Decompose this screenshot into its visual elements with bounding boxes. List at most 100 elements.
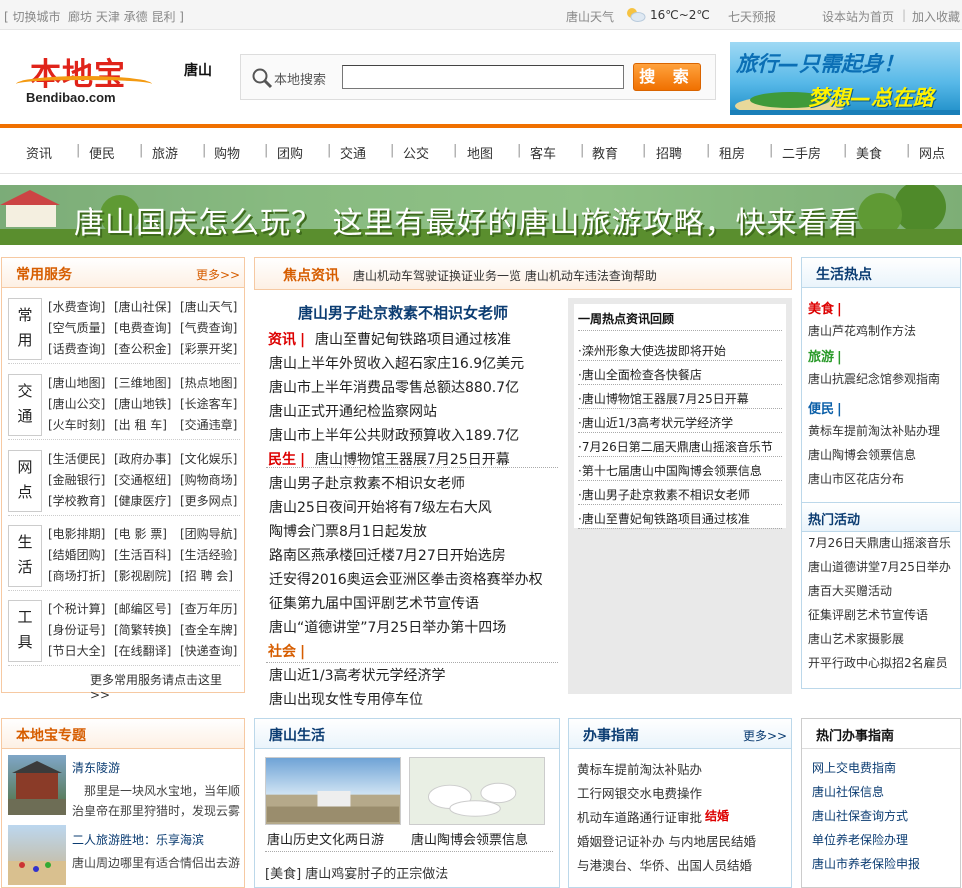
news-item[interactable]: 唐山市上半年消费品零售总额达880.7亿	[269, 377, 519, 397]
seven-day-forecast-link[interactable]: 七天预报	[728, 8, 776, 25]
nav-item[interactable]: 租房	[719, 143, 745, 162]
service-link[interactable]: [个税计算]	[48, 600, 105, 617]
guide-link[interactable]: 婚姻登记证补办 与内地居民结婚	[577, 831, 756, 850]
life-link[interactable]: 唐山市区花店分布	[808, 470, 904, 487]
event-link[interactable]: 7月26日天鼎唐山摇滚音乐	[808, 534, 951, 551]
services-footer-link[interactable]: 更多常用服务请点击这里 >>	[90, 671, 244, 702]
promo-banner[interactable]: 唐山国庆怎么玩？ 这里有最好的唐山旅游攻略，快来看看	[0, 185, 962, 245]
news-item[interactable]: 陶博会门票8月1日起发放	[269, 521, 427, 541]
guide-link[interactable]: 黄标车提前淘汰补贴办	[577, 759, 702, 778]
service-link[interactable]: [更多网点]	[180, 492, 237, 509]
service-link[interactable]: [在线翻译]	[114, 642, 171, 659]
service-link[interactable]: [生活经验]	[180, 546, 237, 563]
nav-item[interactable]: 二手房	[782, 143, 821, 162]
service-link[interactable]: [唐山地铁]	[114, 395, 171, 412]
service-link[interactable]: [交通枢纽]	[114, 471, 171, 488]
news-item[interactable]: 唐山近1/3高考状元学经济学	[269, 665, 446, 685]
travel-ad[interactable]: 旅行—只需起身！ 梦想—总在路上！	[730, 42, 960, 115]
news-item[interactable]: 路南区燕承楼回迁楼7月27日开始选房	[269, 545, 506, 565]
life-link[interactable]: 唐山芦花鸡制作方法	[808, 322, 916, 339]
photo-caption-1[interactable]: 唐山历史文化两日游	[267, 829, 384, 848]
topic-image-2[interactable]	[8, 825, 66, 885]
service-link[interactable]: [团购导航]	[180, 525, 237, 542]
weekly-hot-item[interactable]: ·唐山至曹妃甸铁路项目通过核准	[578, 510, 750, 527]
nearby-cities-links[interactable]: 廊坊 天津 承德 昆利 ]	[68, 8, 184, 25]
weekly-hot-item[interactable]: ·唐山全面检查各快餐店	[578, 366, 702, 383]
service-link[interactable]: [气费查询]	[180, 319, 237, 336]
service-link[interactable]: [交通违章]	[180, 416, 237, 433]
category-label[interactable]: 民生	[268, 452, 296, 468]
topic-image-1[interactable]	[8, 755, 66, 815]
service-link[interactable]: [水费查询]	[48, 298, 105, 315]
photo-caption-2[interactable]: 唐山陶博会领票信息	[411, 829, 528, 848]
news-item[interactable]: 唐山出现女性专用停车位	[269, 689, 423, 709]
weekly-hot-item[interactable]: ·第十七届唐山中国陶博会领票信息	[578, 462, 762, 479]
nav-item[interactable]: 网点	[919, 143, 945, 162]
life-link[interactable]: 唐山抗震纪念馆参观指南	[808, 370, 940, 387]
service-link[interactable]: [长途客车]	[180, 395, 237, 412]
service-link[interactable]: [火车时刻]	[48, 416, 105, 433]
news-item[interactable]: 唐山“道德讲堂”7月25日举办第十四场	[269, 617, 506, 637]
news-item[interactable]: 唐山博物馆王器展7月25日开幕	[315, 449, 510, 469]
event-link[interactable]: 唐山艺术家摄影展	[808, 630, 904, 647]
service-link[interactable]: [邮编区号]	[114, 600, 171, 617]
category-label[interactable]: 资讯	[268, 332, 296, 348]
service-link[interactable]: [招 聘 会]	[180, 567, 233, 584]
focus-headline[interactable]: 唐山男子赴京救素不相识女老师	[298, 302, 508, 323]
current-city[interactable]: 唐山	[184, 60, 212, 80]
event-link[interactable]: 唐百大买赠活动	[808, 582, 892, 599]
guide-link[interactable]: 机动车道路通行证审批	[577, 807, 702, 826]
service-link[interactable]: [金融银行]	[48, 471, 105, 488]
topic-title-1[interactable]: 清东陵游	[72, 759, 120, 776]
weekly-hot-item[interactable]: ·唐山博物馆王器展7月25日开幕	[578, 390, 749, 407]
life-food-link[interactable]: [美食] 唐山鸡宴肘子的正宗做法	[265, 863, 448, 882]
event-link[interactable]: 开平行政中心拟招2名雇员	[808, 654, 948, 671]
nav-item[interactable]: 招聘	[656, 143, 682, 162]
service-link[interactable]: [快递查询]	[180, 642, 237, 659]
nav-item[interactable]: 地图	[467, 143, 493, 162]
service-link[interactable]: [简繁转换]	[114, 621, 171, 638]
service-link[interactable]: [唐山天气]	[180, 298, 237, 315]
weather-label[interactable]: 唐山天气	[566, 8, 614, 25]
service-link[interactable]: [政府办事]	[114, 450, 171, 467]
nav-item[interactable]: 旅游	[152, 143, 178, 162]
nav-item[interactable]: 交通	[340, 143, 366, 162]
weekly-hot-item[interactable]: ·7月26日第二届天鼎唐山摇滚音乐节	[578, 438, 773, 455]
service-link[interactable]: [电费查询]	[114, 319, 171, 336]
add-favorite-link[interactable]: 加入收藏	[912, 8, 960, 25]
service-link[interactable]: [话费查询]	[48, 340, 105, 357]
weekly-hot-item[interactable]: ·唐山男子赴京救素不相识女老师	[578, 486, 750, 503]
category-label[interactable]: 社会	[268, 644, 296, 660]
guide-link[interactable]: 与港澳台、华侨、出国人员结婚	[577, 855, 752, 874]
service-link[interactable]: [文化娱乐]	[180, 450, 237, 467]
weekly-hot-item[interactable]: ·唐山近1/3高考状元学经济学	[578, 414, 733, 431]
guide-more-link[interactable]: 更多>>	[743, 727, 787, 744]
hot-guide-link[interactable]: 单位养老保险办理	[812, 831, 908, 848]
search-input[interactable]	[342, 65, 624, 89]
hot-guide-link[interactable]: 网上交电费指南	[812, 759, 896, 776]
service-link[interactable]: [电 影 票]	[114, 525, 167, 542]
nav-item[interactable]: 资讯	[26, 143, 52, 162]
service-link[interactable]: [电影排期]	[48, 525, 105, 542]
life-link[interactable]: 黄标车提前淘汰补贴办理	[808, 422, 940, 439]
topic-title-2[interactable]: 二人旅游胜地：乐享海滨	[72, 831, 204, 848]
service-link[interactable]: [查全车牌]	[180, 621, 237, 638]
nav-item[interactable]: 便民	[89, 143, 115, 162]
nav-item[interactable]: 购物	[214, 143, 240, 162]
service-link[interactable]: [唐山地图]	[48, 374, 105, 391]
event-link[interactable]: 征集评剧艺术节宣传语	[808, 606, 928, 623]
hot-guide-link[interactable]: 唐山社保信息	[812, 783, 884, 800]
service-link[interactable]: [生活便民]	[48, 450, 105, 467]
marriage-tag[interactable]: 结婚	[705, 807, 729, 824]
news-item[interactable]: 征集第九届中国评剧艺术节宣传语	[269, 593, 479, 613]
service-link[interactable]: [商场打折]	[48, 567, 105, 584]
service-link[interactable]: [出 租 车]	[114, 416, 167, 433]
search-button[interactable]: 搜 索	[633, 63, 701, 91]
hot-guide-link[interactable]: 唐山市养老保险申报	[812, 855, 920, 872]
set-homepage-link[interactable]: 设本站为首页	[822, 8, 894, 25]
service-link[interactable]: [健康医疗]	[114, 492, 171, 509]
nav-item[interactable]: 美食	[856, 143, 882, 162]
site-logo[interactable]: 本地宝 Bendibao.com	[10, 46, 152, 108]
weekly-hot-item[interactable]: ·滦州形象大使选拔即将开始	[578, 342, 726, 359]
news-item[interactable]: 迁安得2016奥运会亚洲区拳击资格赛举办权	[269, 569, 543, 589]
